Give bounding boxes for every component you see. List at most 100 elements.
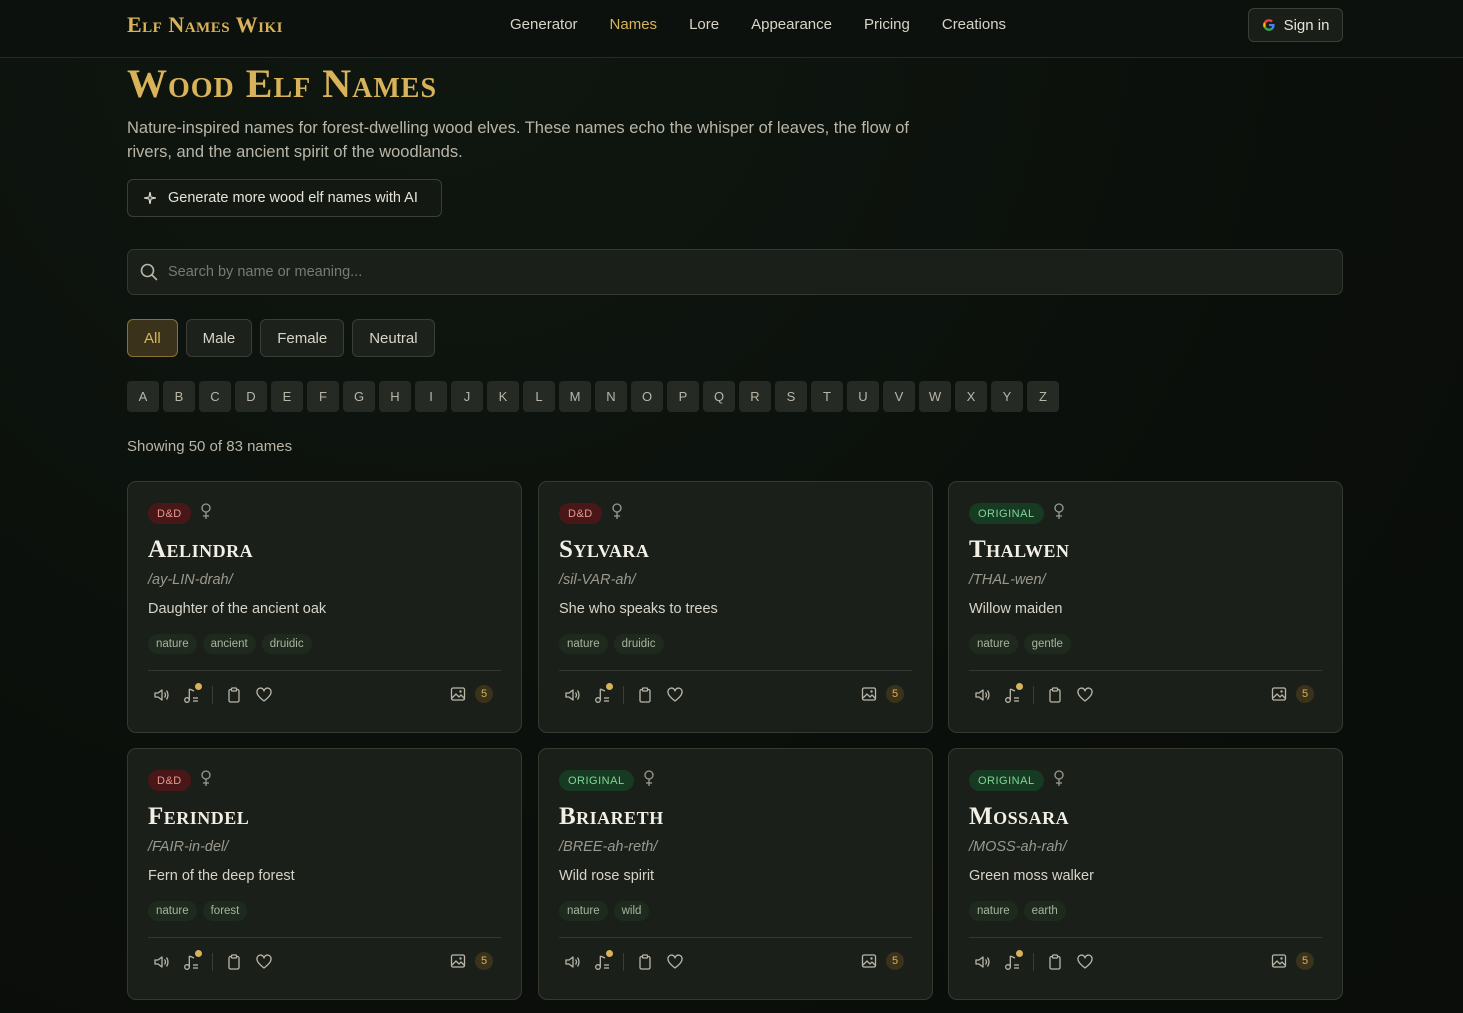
- letter-filter-s[interactable]: S: [775, 381, 807, 412]
- letter-filter-l[interactable]: L: [523, 381, 555, 412]
- letter-filter-y[interactable]: Y: [991, 381, 1023, 412]
- elf-name[interactable]: Thalwen: [969, 536, 1070, 564]
- name-card[interactable]: ORIGINAL Briareth /BREE-ah-reth/ Wild ro…: [538, 748, 933, 1000]
- nav-appearance[interactable]: Appearance: [751, 16, 832, 33]
- search-input[interactable]: [168, 264, 1268, 280]
- letter-filter-e[interactable]: E: [271, 381, 303, 412]
- filter-all[interactable]: All: [127, 319, 178, 357]
- letter-filter-h[interactable]: H: [379, 381, 411, 412]
- tag-chip[interactable]: nature: [559, 901, 608, 921]
- name-card[interactable]: D&D Ferindel /FAIR-in-del/ Fern of the d…: [127, 748, 522, 1000]
- letter-filter-n[interactable]: N: [595, 381, 627, 412]
- letter-filter-z[interactable]: Z: [1027, 381, 1059, 412]
- sign-in-button[interactable]: Sign in: [1248, 8, 1343, 42]
- letter-filter-i[interactable]: I: [415, 381, 447, 412]
- letter-filter-a[interactable]: A: [127, 381, 159, 412]
- name-card[interactable]: D&D Sylvara /sil-VAR-ah/ She who speaks …: [538, 481, 933, 733]
- nav-lore[interactable]: Lore: [689, 16, 719, 33]
- elf-name[interactable]: Aelindra: [148, 536, 253, 564]
- tag-chip[interactable]: nature: [148, 901, 197, 921]
- search-icon: [140, 263, 158, 281]
- speaker-icon[interactable]: [563, 686, 581, 704]
- filter-neutral[interactable]: Neutral: [352, 319, 435, 357]
- letter-filter-t[interactable]: T: [811, 381, 843, 412]
- heart-icon[interactable]: [1076, 686, 1094, 704]
- tag-chip[interactable]: nature: [559, 634, 608, 654]
- heart-icon[interactable]: [666, 953, 684, 971]
- letter-filter-o[interactable]: O: [631, 381, 663, 412]
- clipboard-icon[interactable]: [225, 953, 243, 971]
- clipboard-icon[interactable]: [1046, 686, 1064, 704]
- tag-chip[interactable]: earth: [1023, 901, 1066, 921]
- nav-generator[interactable]: Generator: [510, 16, 578, 33]
- music-note-icon[interactable]: [1003, 950, 1023, 971]
- music-note-icon[interactable]: [182, 683, 202, 704]
- clipboard-icon[interactable]: [636, 953, 654, 971]
- speaker-icon[interactable]: [563, 953, 581, 971]
- images-button[interactable]: 5: [860, 685, 904, 703]
- tag-chip[interactable]: nature: [969, 634, 1018, 654]
- letter-filter-q[interactable]: Q: [703, 381, 735, 412]
- name-card[interactable]: ORIGINAL Mossara /MOSS-ah-rah/ Green mos…: [948, 748, 1343, 1000]
- music-note-icon[interactable]: [593, 683, 613, 704]
- letter-filter-k[interactable]: K: [487, 381, 519, 412]
- elf-name[interactable]: Sylvara: [559, 536, 649, 564]
- letter-filter-w[interactable]: W: [919, 381, 951, 412]
- tag-chip[interactable]: forest: [202, 901, 248, 921]
- letter-filter-b[interactable]: B: [163, 381, 195, 412]
- letter-filter-j[interactable]: J: [451, 381, 483, 412]
- tag-chip[interactable]: ancient: [202, 634, 256, 654]
- clipboard-icon[interactable]: [225, 686, 243, 704]
- elf-name[interactable]: Ferindel: [148, 803, 249, 831]
- filter-male[interactable]: Male: [185, 319, 253, 357]
- nav-creations[interactable]: Creations: [942, 16, 1006, 33]
- letter-filter-f[interactable]: F: [307, 381, 339, 412]
- filter-female[interactable]: Female: [260, 319, 345, 357]
- clipboard-icon[interactable]: [1046, 953, 1064, 971]
- tag-chip[interactable]: wild: [613, 901, 650, 921]
- speaker-icon[interactable]: [973, 686, 991, 704]
- tag-chip[interactable]: nature: [148, 634, 197, 654]
- tag-chip[interactable]: gentle: [1023, 634, 1071, 654]
- music-note-icon[interactable]: [1003, 683, 1023, 704]
- card-actions: [563, 683, 684, 704]
- letter-filter-c[interactable]: C: [199, 381, 231, 412]
- tag-chip[interactable]: nature: [969, 901, 1018, 921]
- letter-filter-p[interactable]: P: [667, 381, 699, 412]
- letter-filter-m[interactable]: M: [559, 381, 591, 412]
- elf-name[interactable]: Briareth: [559, 803, 664, 831]
- speaker-icon[interactable]: [152, 686, 170, 704]
- images-button[interactable]: 5: [1270, 952, 1314, 970]
- tag-list: nature ancient druidic: [148, 634, 312, 654]
- name-card[interactable]: D&D Aelindra /ay-LIN-drah/ Daughter of t…: [127, 481, 522, 733]
- tag-chip[interactable]: druidic: [613, 634, 664, 654]
- music-note-icon[interactable]: [593, 950, 613, 971]
- letter-filter-u[interactable]: U: [847, 381, 879, 412]
- generate-ai-button[interactable]: Generate more wood elf names with AI: [127, 179, 442, 217]
- speaker-icon[interactable]: [973, 953, 991, 971]
- premium-dot: [1016, 950, 1023, 957]
- images-button[interactable]: 5: [860, 952, 904, 970]
- images-button[interactable]: 5: [449, 685, 493, 703]
- letter-filter-v[interactable]: V: [883, 381, 915, 412]
- heart-icon[interactable]: [255, 953, 273, 971]
- source-badge: D&D: [559, 503, 602, 524]
- letter-filter-d[interactable]: D: [235, 381, 267, 412]
- heart-icon[interactable]: [255, 686, 273, 704]
- letter-filter-r[interactable]: R: [739, 381, 771, 412]
- clipboard-icon[interactable]: [636, 686, 654, 704]
- speaker-icon[interactable]: [152, 953, 170, 971]
- name-card[interactable]: ORIGINAL Thalwen /THAL-wen/ Willow maide…: [948, 481, 1343, 733]
- letter-filter-g[interactable]: G: [343, 381, 375, 412]
- images-button[interactable]: 5: [1270, 685, 1314, 703]
- nav-pricing[interactable]: Pricing: [864, 16, 910, 33]
- music-note-icon[interactable]: [182, 950, 202, 971]
- letter-filter-x[interactable]: X: [955, 381, 987, 412]
- tag-chip[interactable]: druidic: [261, 634, 312, 654]
- heart-icon[interactable]: [1076, 953, 1094, 971]
- elf-name[interactable]: Mossara: [969, 803, 1069, 831]
- images-button[interactable]: 5: [449, 952, 493, 970]
- heart-icon[interactable]: [666, 686, 684, 704]
- nav-names[interactable]: Names: [610, 16, 658, 33]
- site-logo[interactable]: Elf Names Wiki: [127, 12, 283, 38]
